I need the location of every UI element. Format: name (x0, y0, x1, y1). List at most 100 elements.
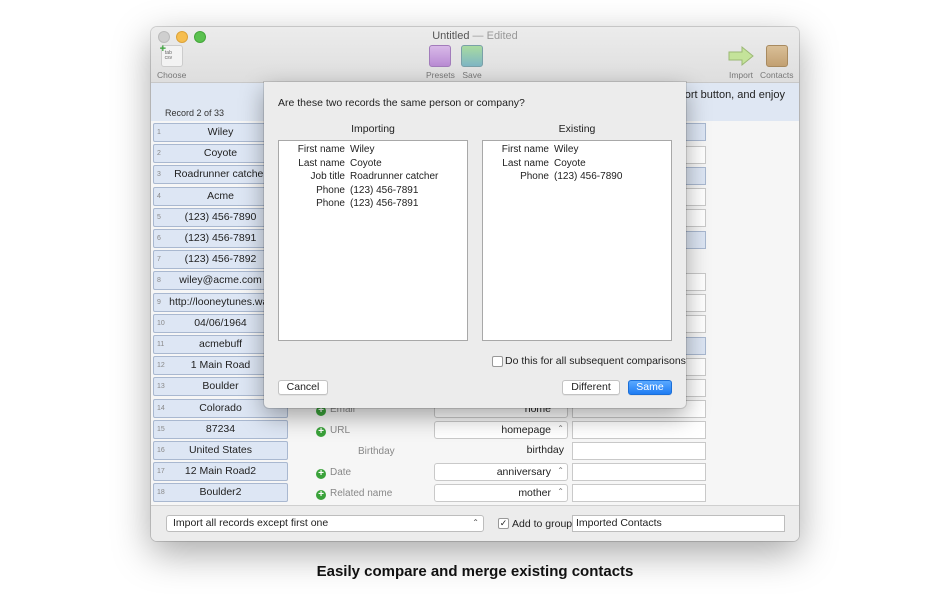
mapping-field-label: Birthday (358, 446, 395, 457)
mapping-field-label: URL (330, 425, 351, 436)
mapping-field-label: Related name (330, 488, 393, 499)
field-key: Last name (298, 157, 345, 169)
contact-value-box[interactable] (572, 463, 706, 481)
importing-header: Importing (351, 123, 395, 135)
row-value: (123) 456-7890 (184, 210, 257, 223)
field-value: Coyote (554, 157, 586, 169)
row-value: 04/06/1964 (194, 316, 247, 329)
mapping-field-label: Date (330, 467, 352, 478)
field-value: (123) 456-7891 (350, 184, 419, 196)
add-to-group-label: Add to group (512, 518, 573, 530)
contact-value-box[interactable] (572, 421, 706, 439)
row-value: (123) 456-7891 (184, 232, 257, 244)
add-to-group-checkbox[interactable]: ✓ (498, 518, 509, 529)
row-value: Colorado (199, 401, 242, 414)
same-button[interactable]: Same (628, 380, 672, 395)
row-index: 5 (157, 213, 161, 221)
row-index: 15 (157, 425, 165, 433)
importing-record-panel: First name Wiley Last name Coyote Job titl… (278, 140, 468, 341)
add-field-icon[interactable]: + (316, 427, 326, 437)
add-field-icon[interactable]: + (316, 490, 326, 500)
mapping-type-select[interactable]: anniversary (434, 463, 568, 481)
row-value: 87234 (205, 422, 236, 435)
field-value: (123) 456-7891 (350, 198, 419, 209)
choose-button[interactable]: + tab csv Choose (157, 43, 186, 80)
record-field-row: Last name Coyote (483, 157, 671, 171)
row-index: 8 (157, 277, 161, 285)
contact-value-box[interactable] (572, 484, 706, 502)
mapping-field-url: + URL (316, 425, 350, 437)
record-field-row: Last name Coyote (279, 157, 467, 171)
group-name-field[interactable]: Imported Contacts (572, 515, 785, 532)
field-value: Coyote (350, 157, 382, 169)
row-index: 17 (157, 468, 165, 476)
row-index: 4 (157, 192, 161, 200)
field-key: First name (501, 144, 549, 155)
field-key: Phone (316, 184, 345, 196)
cancel-button[interactable]: Cancel (278, 380, 328, 395)
record-counter: Record 2 of 33 (165, 108, 225, 118)
row-index: 16 (157, 447, 165, 454)
choose-file-icon-text: tab csv (164, 50, 173, 61)
import-arrow-icon (728, 45, 754, 67)
row-index: 14 (157, 404, 165, 412)
row-value: Boulder (202, 380, 239, 393)
add-field-icon[interactable]: + (316, 469, 326, 479)
row-value: Wiley (207, 126, 234, 138)
row-index: 11 (157, 341, 165, 348)
field-value: (123) 456-7890 (554, 171, 623, 182)
presets-button[interactable]: Presets (426, 45, 455, 80)
field-key: Job title (310, 171, 345, 182)
window-title: Untitled — Edited (151, 30, 799, 42)
row-index: 1 (157, 129, 161, 136)
row-index: 12 (157, 362, 165, 370)
banner-text: nport button, and enjoy (672, 89, 785, 101)
import-option-select[interactable]: Import all records except first one (166, 515, 484, 532)
mapping-field-birthday: Birthday (358, 446, 395, 457)
save-button[interactable]: Save (461, 45, 483, 80)
record-field-row: Phone (123) 456-7891 (279, 184, 467, 198)
record-field-row: Job title Roadrunner catcher (279, 170, 467, 184)
dialog-question: Are these two records the same person or… (278, 97, 525, 109)
field-value: Wiley (350, 144, 375, 155)
record-row[interactable]: 17 12 Main Road2 (153, 462, 288, 482)
import-arrow-svg (728, 45, 754, 67)
record-row[interactable]: 15 87234 (153, 419, 288, 439)
row-index: 6 (157, 235, 161, 242)
import-label: Import (728, 70, 754, 80)
row-value: 12 Main Road2 (184, 465, 257, 478)
contact-value-box[interactable] (572, 442, 706, 460)
mapping-type-select[interactable]: homepage (434, 421, 568, 439)
subsequent-comparisons-label: Do this for all subsequent comparisons (505, 355, 686, 367)
row-value: 1 Main Road (190, 359, 251, 372)
mapping-type-label: birthday (526, 444, 564, 456)
row-value: wiley@acme.com (179, 274, 262, 287)
import-button[interactable]: Import (728, 45, 754, 80)
subsequent-comparisons-checkbox[interactable] (492, 356, 503, 367)
row-index: 7 (157, 256, 161, 264)
different-button[interactable]: Different (562, 380, 620, 395)
record-field-row: Phone (123) 456-7891 (279, 197, 467, 211)
row-value: (123) 456-7892 (184, 253, 257, 266)
mapping-field-date: + Date (316, 467, 351, 479)
choose-file-icon: + tab csv (160, 43, 183, 67)
bottom-bar: Import all records except first one ✓ Ad… (151, 505, 799, 541)
field-key: Last name (502, 157, 549, 169)
field-value: Roadrunner catcher (350, 171, 439, 182)
row-value: Boulder2 (199, 486, 242, 499)
row-index: 3 (157, 171, 161, 179)
contacts-book-icon (765, 45, 788, 67)
record-field-row: Phone (123) 456-7890 (483, 170, 671, 184)
existing-record-panel: First name Wiley Last name Coyote Phone (12… (482, 140, 672, 341)
save-label: Save (462, 70, 482, 80)
record-row[interactable]: 16 United States (153, 441, 288, 460)
presets-label: Presets (426, 70, 455, 80)
row-index: 18 (157, 489, 165, 497)
contacts-button[interactable]: Contacts (760, 45, 794, 80)
row-index: 10 (157, 319, 165, 327)
contacts-label: Contacts (760, 70, 794, 80)
record-field-row: First name Wiley (483, 143, 671, 157)
mapping-type-select[interactable]: mother (434, 484, 568, 502)
row-value: Acme (207, 189, 234, 202)
record-row[interactable]: 18 Boulder2 (153, 483, 288, 503)
